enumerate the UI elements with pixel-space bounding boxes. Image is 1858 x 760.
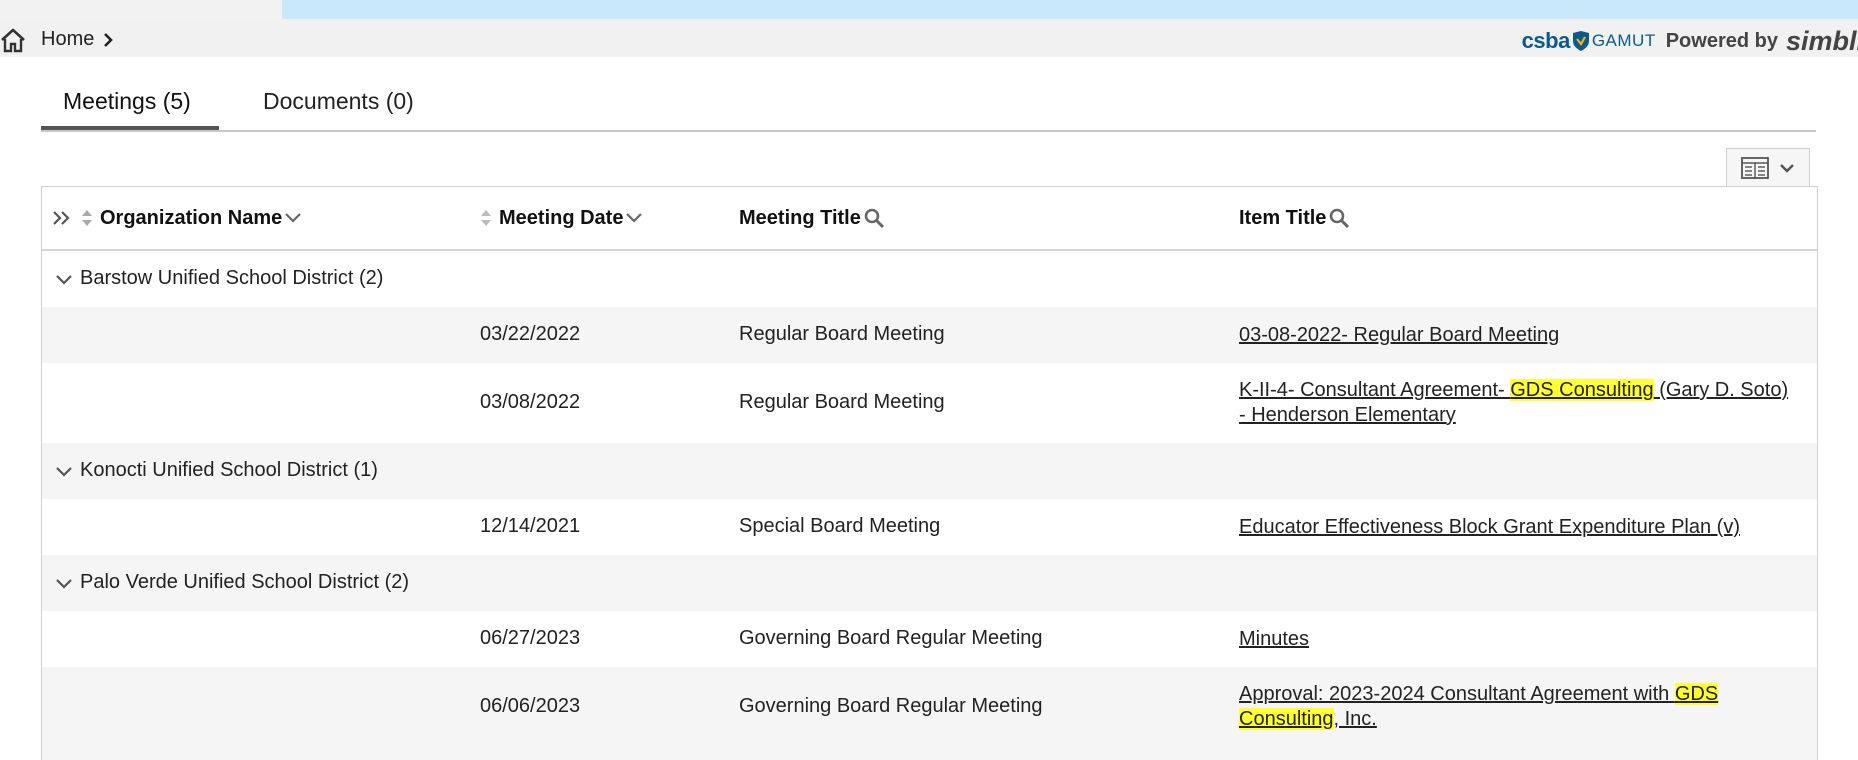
item-title-link[interactable]: Educator Effectiveness Block Grant Expen… bbox=[1239, 516, 1740, 538]
chevron-down-icon[interactable] bbox=[55, 466, 73, 478]
item-title-cell: K-II-4- Consultant Agreement- GDS Consul… bbox=[1239, 378, 1809, 428]
table-row[interactable]: 03/22/2022 Regular Board Meeting 03-08-2… bbox=[42, 307, 1817, 363]
group-row[interactable]: Konocti Unified School District (1) bbox=[42, 443, 1817, 499]
group-label: Barstow Unified School District (2) bbox=[80, 267, 384, 289]
csba-logo: csba bbox=[1521, 28, 1571, 53]
meeting-title: Governing Board Regular Meeting bbox=[739, 627, 1043, 649]
item-title-link[interactable]: Minutes bbox=[1239, 628, 1309, 650]
item-title-text: Approval: 2023-2024 Consultant Agreement… bbox=[1239, 683, 1675, 705]
chevron-down-icon[interactable] bbox=[55, 578, 73, 590]
column-chooser-icon bbox=[1741, 157, 1769, 179]
meeting-title: Governing Board Regular Meeting bbox=[739, 695, 1043, 717]
meetings-grid: Organization Name Meeting Date Meeting T… bbox=[41, 186, 1818, 760]
branding: csba GAMUT Powered by simbli bbox=[1521, 25, 1858, 56]
search-icon[interactable] bbox=[1328, 207, 1350, 229]
table-row[interactable]: 12/14/2021 Special Board Meeting Educato… bbox=[42, 499, 1817, 555]
header-item-title[interactable]: Item Title bbox=[1239, 187, 1350, 249]
search-icon[interactable] bbox=[863, 207, 885, 229]
tab-bar: Meetings (5) Documents (0) bbox=[41, 82, 1816, 132]
header-label: Item Title bbox=[1239, 206, 1327, 229]
sort-icon[interactable] bbox=[479, 208, 493, 228]
chevron-down-icon bbox=[1780, 164, 1794, 173]
item-title-text: K-II-4- Consultant Agreement- bbox=[1239, 379, 1511, 401]
sort-icon[interactable] bbox=[80, 208, 94, 228]
item-title-link[interactable]: 03-08-2022- Regular Board Meeting bbox=[1239, 324, 1559, 346]
powered-by-label: Powered by bbox=[1665, 29, 1778, 52]
search-highlight: Consulting bbox=[1239, 708, 1334, 730]
grid-header: Organization Name Meeting Date Meeting T… bbox=[42, 187, 1817, 251]
tab-meetings[interactable]: Meetings (5) bbox=[41, 82, 219, 130]
meeting-date: 03/22/2022 bbox=[480, 323, 581, 345]
header-label: Meeting Title bbox=[739, 206, 861, 229]
group-row[interactable]: Palo Verde Unified School District (2) bbox=[42, 555, 1817, 611]
group-label: Palo Verde Unified School District (2) bbox=[80, 571, 410, 593]
column-chooser-button[interactable] bbox=[1726, 148, 1810, 186]
item-title-text: (Gary D. Soto) bbox=[1653, 379, 1789, 401]
item-title-cell: Minutes bbox=[1239, 627, 1309, 652]
header-label: Organization Name bbox=[100, 206, 283, 229]
meeting-date: 12/14/2021 bbox=[480, 515, 581, 537]
table-row[interactable]: 06/27/2023 Governing Board Regular Meeti… bbox=[42, 611, 1817, 667]
chevron-right-icon bbox=[104, 33, 113, 47]
expand-all-icon[interactable] bbox=[52, 210, 74, 226]
item-title-cell: Educator Effectiveness Block Grant Expen… bbox=[1239, 515, 1740, 540]
table-row[interactable]: 03/08/2022 Regular Board Meeting K-II-4-… bbox=[42, 363, 1817, 443]
meeting-title: Regular Board Meeting bbox=[739, 323, 945, 345]
tab-documents[interactable]: Documents (0) bbox=[241, 82, 436, 130]
meeting-title: Special Board Meeting bbox=[739, 515, 941, 537]
header-meeting-title[interactable]: Meeting Title bbox=[739, 187, 885, 249]
header-label: Meeting Date bbox=[499, 206, 624, 229]
search-highlight: GDS Consulting bbox=[1510, 379, 1654, 401]
group-label: Konocti Unified School District (1) bbox=[80, 459, 378, 481]
meeting-date: 06/27/2023 bbox=[480, 627, 581, 649]
meeting-date: 06/06/2023 bbox=[480, 695, 581, 717]
item-title-text: , Inc. bbox=[1333, 708, 1377, 730]
table-row[interactable]: 06/06/2023 Governing Board Regular Meeti… bbox=[42, 667, 1817, 760]
home-icon[interactable] bbox=[0, 27, 26, 53]
chevron-down-icon[interactable] bbox=[55, 274, 73, 286]
top-strip bbox=[0, 0, 1858, 19]
header-meeting-date[interactable]: Meeting Date bbox=[479, 187, 643, 249]
top-strip-left bbox=[0, 0, 282, 19]
shield-icon bbox=[1572, 31, 1589, 51]
simbli-logo: simbli bbox=[1785, 25, 1858, 56]
meeting-title: Regular Board Meeting bbox=[739, 391, 945, 413]
gamut-logo: GAMUT bbox=[1591, 31, 1656, 50]
item-title-cell: 03-08-2022- Regular Board Meeting bbox=[1239, 323, 1559, 348]
item-title-text: - Henderson Elementary bbox=[1239, 404, 1456, 426]
header-organization-name[interactable]: Organization Name bbox=[52, 187, 302, 249]
chevron-down-icon[interactable] bbox=[625, 212, 643, 224]
item-title-link[interactable]: K-II-4- Consultant Agreement- GDS Consul… bbox=[1239, 379, 1788, 426]
search-highlight: GDS bbox=[1674, 683, 1719, 705]
item-title-cell: Approval: 2023-2024 Consultant Agreement… bbox=[1239, 682, 1809, 732]
meeting-date: 03/08/2022 bbox=[480, 391, 581, 413]
item-title-link[interactable]: Approval: 2023-2024 Consultant Agreement… bbox=[1239, 683, 1719, 730]
chevron-down-icon[interactable] bbox=[284, 212, 302, 224]
breadcrumb-home[interactable]: Home bbox=[41, 28, 94, 51]
group-row[interactable]: Barstow Unified School District (2) bbox=[42, 251, 1817, 307]
